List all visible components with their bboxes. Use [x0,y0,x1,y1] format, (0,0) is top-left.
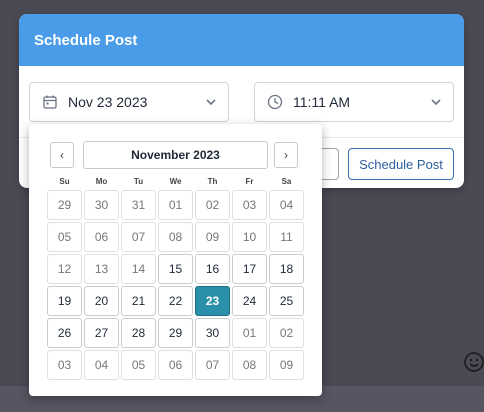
calendar-day[interactable]: 31 [121,190,156,220]
calendar-day[interactable]: 30 [84,190,119,220]
calendar-day[interactable]: 08 [232,350,267,380]
calendar-day[interactable]: 03 [47,350,82,380]
calendar-day: 09 [195,222,230,252]
calendar-day[interactable]: 24 [232,286,267,316]
calendar-day[interactable]: 29 [47,190,82,220]
calendar-day[interactable]: 09 [269,350,304,380]
calendar-week: 19 20 21 22 23 24 25 [46,285,306,317]
prev-month-button[interactable]: ‹ [50,142,74,168]
chevron-down-icon [429,95,443,109]
calendar-icon [42,94,58,110]
calendar-day[interactable]: 15 [158,254,193,284]
datepicker-popup: ‹ November 2023 › Su Mo Tu We Th Fr Sa 2… [29,124,322,396]
calendar-day: 04 [269,190,304,220]
calendar-day[interactable]: 20 [84,286,119,316]
calendar-day: 05 [47,222,82,252]
weekday-label: Su [59,177,70,186]
weekday-label: We [169,177,182,186]
weekday-label: Fr [245,177,254,186]
calendar-day: 02 [195,190,230,220]
modal-title: Schedule Post [34,31,138,49]
calendar-day-selected[interactable]: 23 [195,286,230,316]
calendar-day[interactable]: 01 [232,318,267,348]
date-value: Nov 23 2023 [68,94,148,110]
calendar-day: 10 [232,222,267,252]
calendar-day: 01 [158,190,193,220]
modal-header: Schedule Post [19,14,464,66]
calendar-day: 07 [121,222,156,252]
calendar-week: 05 06 07 08 09 10 11 [46,221,306,253]
calendar-day[interactable]: 28 [121,318,156,348]
clock-icon [267,94,283,110]
schedule-post-button[interactable]: Schedule Post [348,148,454,180]
calendar-day[interactable]: 17 [232,254,267,284]
calendar-day[interactable]: 05 [121,350,156,380]
calendar-day[interactable]: 06 [158,350,193,380]
date-select[interactable]: Nov 23 2023 [29,82,229,122]
weekday-label: Tu [133,177,144,186]
calendar-week: 03 04 05 06 07 08 09 [46,349,306,381]
month-year-label[interactable]: November 2023 [83,141,268,169]
weekday-label: Mo [95,177,108,186]
calendar-week: 29 30 31 01 02 03 04 [46,189,306,221]
calendar-day: 12 [47,254,82,284]
calendar-day[interactable]: 04 [84,350,119,380]
emoji-icon[interactable] [462,350,484,374]
calendar-day: 08 [158,222,193,252]
calendar-day[interactable]: 26 [47,318,82,348]
weekday-label: Sa [281,177,292,186]
calendar-day: 14 [121,254,156,284]
time-value: 11:11 AM [293,94,351,110]
calendar-day[interactable]: 25 [269,286,304,316]
calendar-day: 11 [269,222,304,252]
calendar-day[interactable]: 21 [121,286,156,316]
calendar-day[interactable]: 18 [269,254,304,284]
calendar-day[interactable]: 29 [158,318,193,348]
time-select[interactable]: 11:11 AM [254,82,454,122]
calendar-day: 13 [84,254,119,284]
calendar-day[interactable]: 22 [158,286,193,316]
next-month-button[interactable]: › [274,142,298,168]
calendar-week: 26 27 28 29 30 01 02 [46,317,306,349]
calendar-day[interactable]: 07 [195,350,230,380]
weekday-label: Th [207,177,218,186]
calendar-day: 06 [84,222,119,252]
calendar-grid: Su Mo Tu We Th Fr Sa 29 30 31 01 02 03 04 05 06 0… [46,175,306,381]
calendar-day[interactable]: 02 [269,318,304,348]
calendar-week: 12 13 14 15 16 17 18 [46,253,306,285]
chevron-down-icon [204,95,218,109]
calendar-day[interactable]: 19 [47,286,82,316]
calendar-day[interactable]: 27 [84,318,119,348]
weekday-header: Su Mo Tu We Th Fr Sa [46,175,306,189]
calendar-day[interactable]: 16 [195,254,230,284]
calendar-day[interactable]: 30 [195,318,230,348]
calendar-day: 03 [232,190,267,220]
